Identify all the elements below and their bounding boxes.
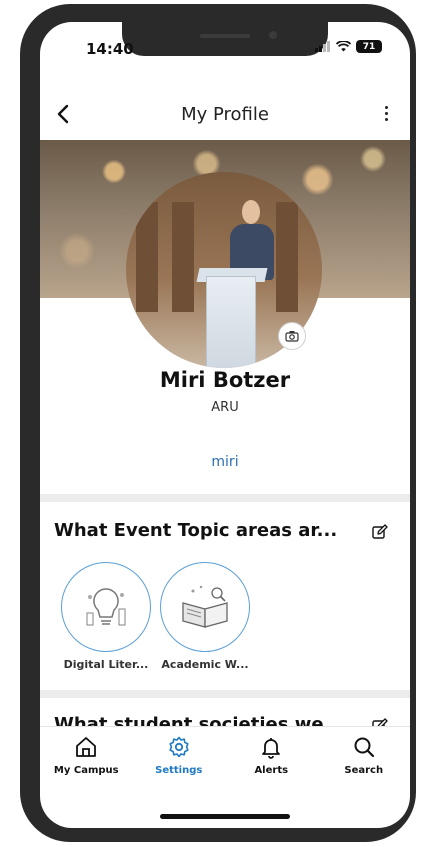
search-icon [354, 737, 374, 758]
wall-panel [136, 202, 158, 312]
gear-icon [169, 736, 189, 758]
nav-label: Settings [155, 765, 203, 776]
speaker-head [242, 200, 260, 224]
page-title: My Profile [181, 104, 269, 125]
topic-chip[interactable]: Digital Liter... [60, 562, 152, 671]
app-screen: 14:40 71 My Profile Miri Botzer ARU miri… [40, 22, 410, 828]
profile-organization: ARU [211, 400, 239, 415]
battery-indicator: 71 [356, 40, 382, 53]
front-camera [269, 31, 277, 39]
bottom-navigation: My Campus Settings Alerts Search [40, 726, 410, 789]
home-icon [76, 737, 97, 757]
nav-item-my-campus[interactable]: My Campus [40, 727, 133, 789]
change-photo-button[interactable] [278, 322, 306, 350]
topics-section-title: What Event Topic areas ar... [54, 520, 338, 541]
speaker [200, 34, 250, 38]
status-time: 14:40 [86, 40, 134, 58]
edit-icon[interactable] [372, 524, 388, 540]
wall-panel [276, 202, 298, 312]
nav-item-search[interactable]: Search [318, 727, 411, 789]
topic-label: Digital Liter... [63, 658, 149, 671]
lightbulb-icon [86, 588, 126, 626]
section-divider [40, 494, 410, 502]
nav-item-settings[interactable]: Settings [133, 727, 226, 789]
topic-label: Academic W... [161, 658, 249, 671]
nav-label: My Campus [53, 765, 119, 776]
lectern [206, 276, 256, 368]
books-icon [182, 585, 228, 628]
wall-panel [172, 202, 194, 312]
topic-illustration [61, 562, 151, 652]
camera-icon [285, 331, 299, 342]
section-divider [40, 690, 410, 698]
nav-label: Alerts [254, 765, 289, 776]
signal-icon [315, 41, 330, 52]
more-vertical-icon[interactable] [384, 106, 388, 124]
topic-chip[interactable]: Academic W... [159, 562, 251, 671]
profile-handle-link[interactable]: miri [40, 454, 410, 470]
topic-illustration [160, 562, 250, 652]
nav-label: Search [344, 765, 384, 776]
notch [122, 22, 328, 56]
home-indicator[interactable] [160, 814, 290, 819]
bell-icon [262, 738, 281, 759]
top-bar: My Profile [40, 94, 410, 136]
nav-item-alerts[interactable]: Alerts [225, 727, 318, 789]
profile-name: Miri Botzer [159, 368, 291, 392]
status-icons: 71 [315, 40, 382, 53]
wifi-icon [336, 41, 351, 52]
